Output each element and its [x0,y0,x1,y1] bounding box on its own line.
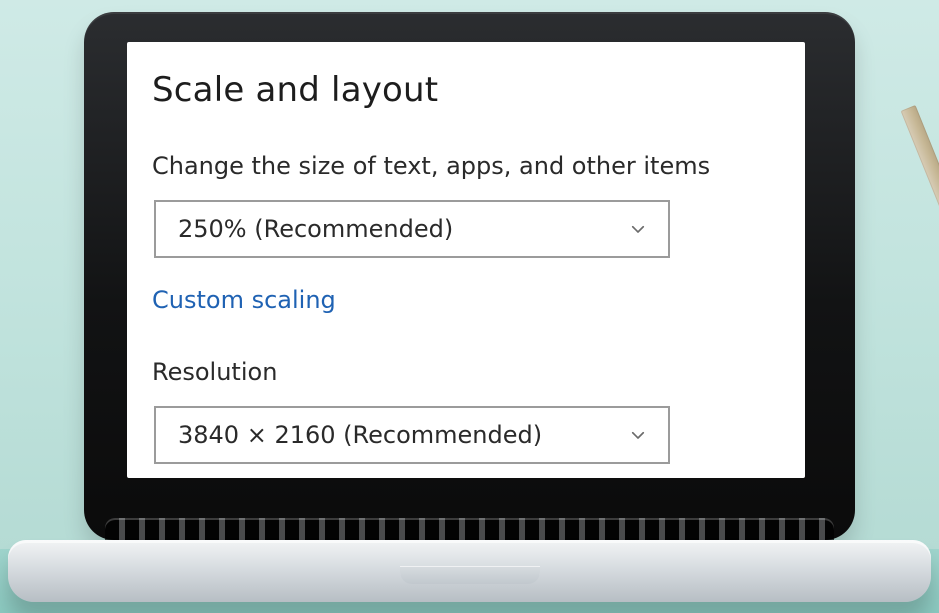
scale-label: Change the size of text, apps, and other… [152,152,711,180]
resolution-dropdown-value: 3840 × 2160 (Recommended) [178,421,543,449]
chevron-down-icon [626,217,650,241]
scale-dropdown[interactable]: 250% (Recommended) [154,200,670,258]
pencil-decoration [900,105,939,251]
trackpad-lip [400,566,540,584]
custom-scaling-link[interactable]: Custom scaling [152,286,336,314]
chevron-down-icon-svg [631,225,645,233]
resolution-label: Resolution [152,358,278,386]
scene: Scale and layout Change the size of text… [0,0,939,613]
settings-screen: Scale and layout Change the size of text… [127,42,805,478]
chevron-down-icon-svg [631,431,645,439]
chevron-down-icon [626,423,650,447]
resolution-dropdown[interactable]: 3840 × 2160 (Recommended) [154,406,670,464]
page-title: Scale and layout [152,70,439,110]
scale-dropdown-value: 250% (Recommended) [178,215,454,243]
